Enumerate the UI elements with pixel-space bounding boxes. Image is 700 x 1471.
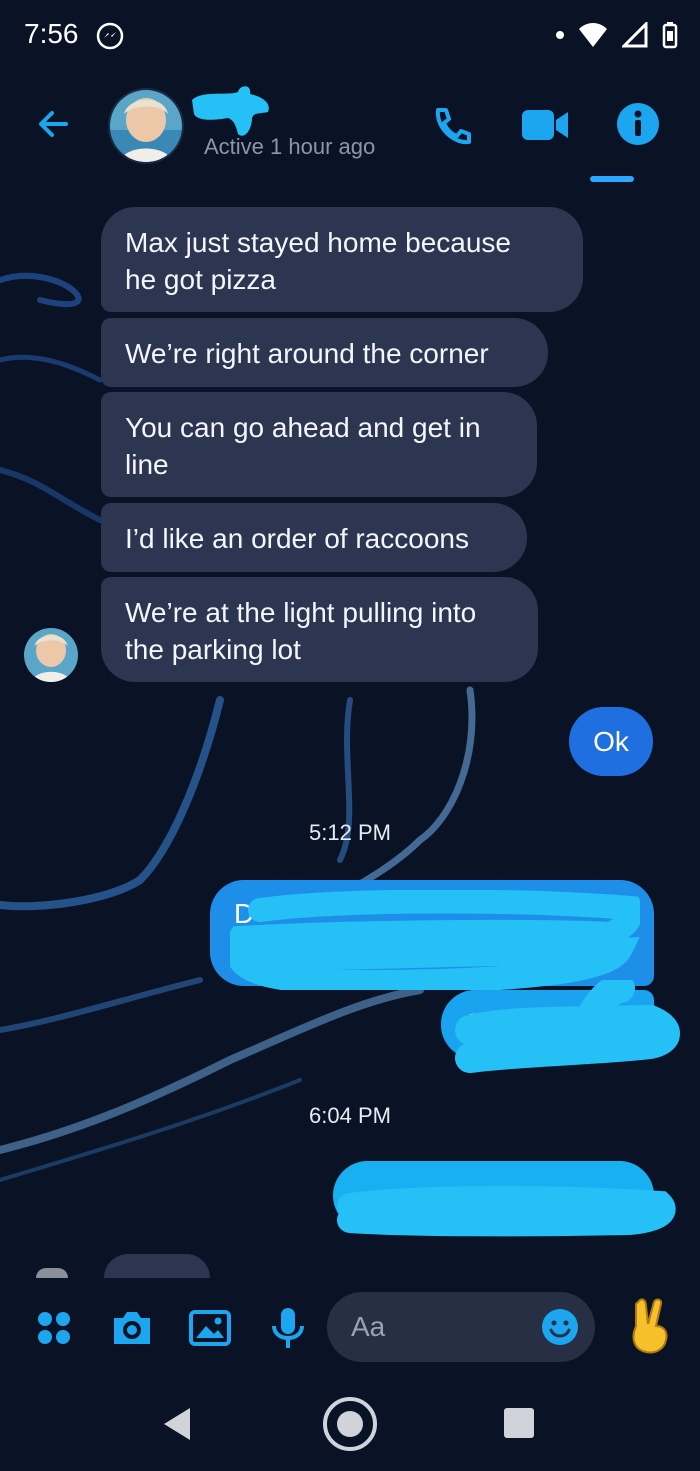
battery-icon <box>662 22 678 49</box>
sender-avatar[interactable] <box>24 628 78 682</box>
contact-avatar[interactable] <box>108 88 184 164</box>
victory-hand-icon <box>632 1298 668 1354</box>
redaction-scribble <box>455 980 680 1073</box>
timestamp: 5:12 PM <box>309 820 391 845</box>
status-time: 7:56 <box>24 18 79 49</box>
sender-avatar-partial <box>36 1268 68 1278</box>
voice-button[interactable] <box>264 1304 312 1352</box>
signal-icon <box>622 22 648 48</box>
redaction-scribble <box>337 1186 676 1237</box>
redaction-scribble <box>230 890 640 990</box>
emoji-icon <box>542 1309 578 1345</box>
message-input[interactable]: Aa <box>327 1292 595 1362</box>
nav-back-button[interactable] <box>160 1406 196 1442</box>
incoming-message[interactable]: I’d like an order of raccoons <box>101 503 527 572</box>
video-icon <box>522 110 568 140</box>
camera-button[interactable] <box>108 1304 156 1352</box>
wifi-icon <box>579 23 607 47</box>
nav-back-icon <box>164 1408 190 1440</box>
camera-icon <box>114 1312 150 1344</box>
typing-bubble-partial <box>104 1254 210 1278</box>
scroll-indicator <box>590 176 634 182</box>
status-indicators <box>556 20 678 50</box>
incoming-message[interactable]: We’re at the light pulling into the park… <box>101 577 538 682</box>
mic-icon <box>272 1308 304 1348</box>
avatar-photo <box>24 628 78 682</box>
nav-recents-button[interactable] <box>504 1408 534 1438</box>
incoming-message[interactable]: You can go ahead and get in line <box>101 392 537 497</box>
messenger-icon <box>96 22 124 50</box>
phone-icon <box>435 108 471 145</box>
gallery-button[interactable] <box>186 1304 234 1352</box>
incoming-message[interactable]: Max just stayed home because he got pizz… <box>101 207 583 312</box>
nav-home-button[interactable] <box>322 1396 378 1452</box>
grid-icon <box>38 1312 70 1344</box>
notification-dot-icon <box>556 31 564 39</box>
video-call-button[interactable] <box>520 106 570 144</box>
quick-reaction-button[interactable] <box>626 1296 674 1356</box>
emoji-button[interactable] <box>541 1308 579 1346</box>
back-button[interactable] <box>34 104 74 144</box>
nav-home-icon <box>323 1397 377 1451</box>
incoming-message[interactable]: We’re right around the corner <box>101 318 548 387</box>
more-actions-button[interactable] <box>30 1304 78 1352</box>
timestamp: 6:04 PM <box>309 1103 391 1128</box>
call-button[interactable] <box>430 104 474 148</box>
active-status: Active 1 hour ago <box>204 134 376 159</box>
image-icon <box>189 1310 231 1346</box>
info-button[interactable] <box>616 102 660 146</box>
info-icon <box>617 103 659 145</box>
avatar-photo <box>110 90 182 162</box>
outgoing-message[interactable]: Ok <box>569 707 653 776</box>
back-arrow-icon <box>39 111 68 137</box>
message-input-placeholder: Aa <box>351 1311 386 1342</box>
